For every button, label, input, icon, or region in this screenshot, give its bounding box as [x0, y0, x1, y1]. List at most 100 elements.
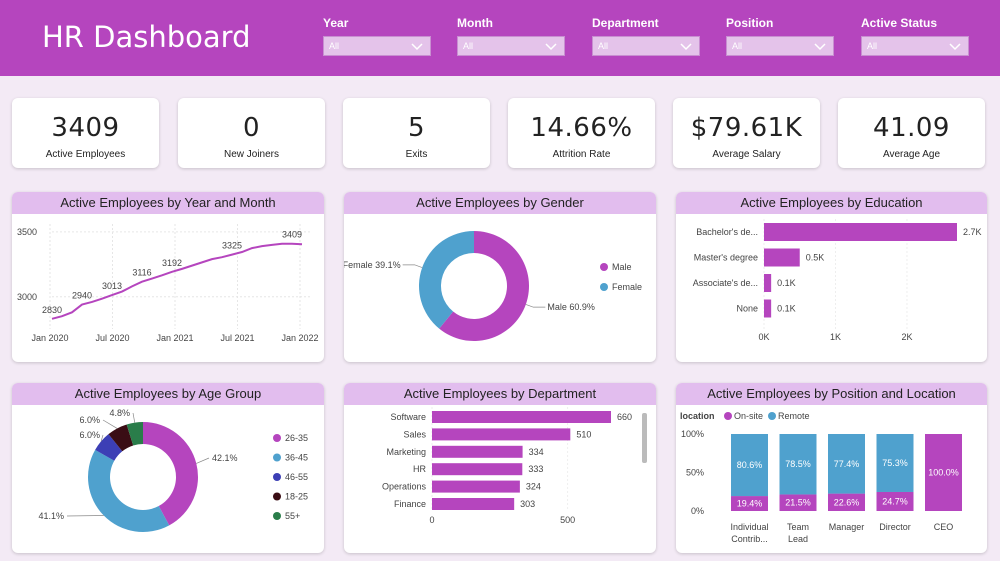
kpi-label: Average Salary	[712, 149, 781, 160]
dropdown-value: All	[867, 41, 878, 51]
filter-label: Department	[592, 16, 659, 30]
data-label: 6.0%	[79, 430, 100, 440]
donut-slice	[419, 231, 474, 329]
bar	[764, 299, 772, 318]
data-label: 75.3%	[882, 458, 908, 468]
y-tick-label: 100%	[681, 429, 704, 439]
kpi-value: 5	[407, 113, 426, 143]
x-tick-label: Jan 2021	[156, 333, 193, 343]
chart-title: Active Employees by Education	[676, 192, 987, 214]
line-series	[51, 242, 303, 320]
filter-year: Year All	[323, 16, 431, 56]
category-label: Individual	[730, 522, 768, 532]
data-label: 19.4%	[737, 499, 763, 509]
category-label: HR	[413, 464, 426, 474]
kpi-active-employees: 3409 Active Employees	[12, 98, 159, 168]
bar	[764, 274, 772, 292]
data-label: 0.1K	[777, 304, 796, 314]
kpi-value: 14.66%	[530, 113, 633, 143]
category-label: Master's degree	[694, 253, 758, 263]
kpi-value: 41.09	[873, 113, 950, 143]
x-tick-label: 0K	[758, 332, 769, 342]
dropdown-value: All	[732, 41, 743, 51]
data-label: 2940	[72, 291, 92, 301]
data-label: 22.6%	[834, 497, 860, 507]
legend-label: 36-45	[285, 453, 308, 463]
legend-label: On-site	[734, 411, 763, 421]
data-label: Male 60.9%	[547, 302, 595, 312]
legend-label: 46-55	[285, 472, 308, 482]
kpi-label: Active Employees	[45, 149, 126, 160]
data-label: 42.1%	[212, 453, 238, 463]
data-label: 3409	[282, 230, 302, 240]
data-label: 24.7%	[882, 496, 908, 506]
leader-line	[525, 304, 546, 308]
x-tick-label: 1K	[830, 332, 841, 342]
data-label: 100.0%	[928, 468, 959, 478]
position-dropdown[interactable]: All	[726, 36, 834, 56]
data-label: 3116	[132, 268, 151, 278]
category-label: Lead	[788, 534, 808, 544]
data-label: 80.6%	[737, 460, 763, 470]
filter-department: Department All	[592, 16, 700, 56]
chevron-down-icon	[814, 43, 826, 51]
scrollbar-thumb[interactable]	[642, 413, 647, 463]
data-label: 2.7K	[963, 227, 982, 237]
kpi-label: New Joiners	[223, 149, 280, 160]
filter-label: Position	[726, 16, 774, 30]
legend-label: 18-25	[285, 492, 308, 502]
chevron-down-icon	[411, 43, 423, 51]
filter-label: Month	[457, 16, 493, 30]
legend-marker	[600, 283, 608, 291]
active-status-dropdown[interactable]: All	[861, 36, 969, 56]
donut-chart: Male 60.9% Female 39.1% Male Female	[344, 231, 642, 341]
filter-active-status: Active Status All	[861, 16, 969, 56]
kpi-value: 0	[242, 113, 261, 143]
y-tick-label: 3000	[17, 292, 37, 302]
kpi-label: Average Age	[882, 149, 941, 160]
legend-marker	[273, 434, 281, 442]
legend-marker	[273, 492, 281, 501]
year-dropdown[interactable]: All	[323, 36, 431, 56]
legend-marker	[273, 453, 281, 462]
department-dropdown[interactable]: All	[592, 36, 700, 56]
bar	[764, 248, 800, 267]
legend-marker	[273, 473, 281, 481]
month-dropdown[interactable]: All	[457, 36, 565, 56]
chart-title: Active Employees by Gender	[344, 192, 656, 214]
category-label: Operations	[382, 482, 427, 492]
card-year-month: Active Employees by Year and Month 3000 3…	[12, 192, 324, 362]
data-label: 0.5K	[806, 253, 825, 263]
kpi-value: $79.61K	[690, 113, 803, 143]
dashboard-title: HR Dashboard	[42, 20, 251, 54]
card-gender: Active Employees by Gender Male 60.9% Fem…	[344, 192, 656, 362]
filter-month: Month All	[457, 16, 565, 56]
bar	[432, 463, 523, 476]
data-label: 78.5%	[785, 459, 811, 469]
kpi-new-joiners: 0 New Joiners	[178, 98, 325, 168]
category-label: Manager	[829, 522, 865, 532]
kpi-value: 3409	[51, 113, 120, 143]
bar-chart: 0 500 Software 660 Sales 510 Marketing 334 HR 333…	[382, 407, 647, 525]
data-label: 333	[528, 464, 543, 474]
bar	[432, 411, 611, 423]
stacked-bar-chart: location On-site Remote 100% 50% 0% 19.4% 80.6%…	[680, 411, 962, 544]
legend-marker	[273, 512, 281, 520]
category-label: Bachelor's de...	[696, 227, 758, 237]
data-label: 77.4%	[834, 459, 860, 469]
data-label: 21.5%	[785, 498, 811, 508]
bar	[764, 223, 957, 241]
data-label: 2830	[42, 305, 62, 315]
legend-label: 55+	[285, 511, 300, 521]
x-tick-label: 500	[560, 515, 575, 525]
category-label: CEO	[934, 522, 954, 532]
card-age-group: Active Employees by Age Group 42.1% 41.1%…	[12, 383, 324, 553]
legend-label: Male	[612, 262, 632, 272]
x-tick-label: Jan 2020	[31, 333, 68, 343]
kpi-average-salary: $79.61K Average Salary	[673, 98, 820, 168]
legend-marker	[600, 263, 608, 271]
bar	[432, 428, 571, 441]
bar	[432, 498, 515, 510]
legend-label: Female	[612, 282, 642, 292]
category-label: Sales	[403, 429, 426, 439]
